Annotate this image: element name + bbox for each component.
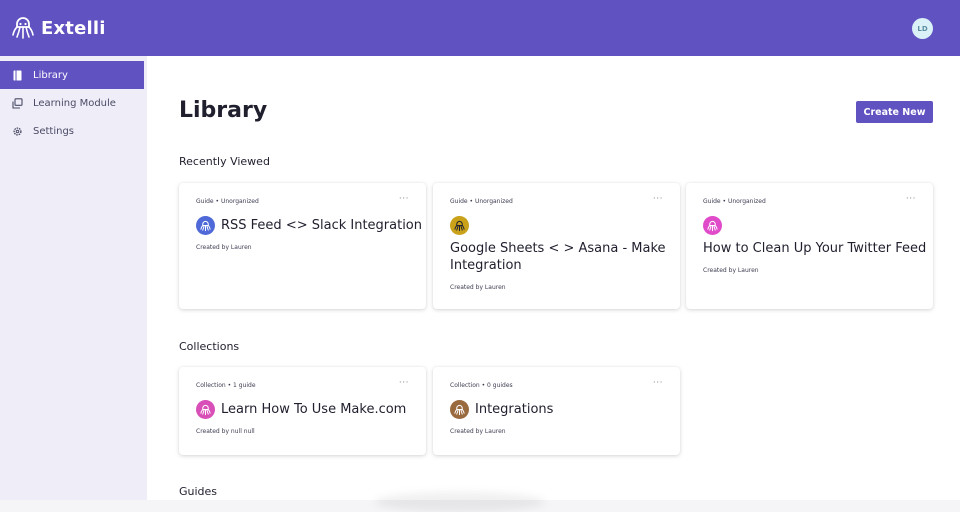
sidebar-item-settings[interactable]: Settings [0, 117, 144, 145]
main-content: Library Create New Recently Viewed Guide… [147, 56, 960, 500]
sidebar-item-label: Learning Module [33, 97, 116, 109]
sidebar-item-label: Settings [33, 125, 75, 137]
sidebar: Library Learning Module Settings [0, 56, 147, 500]
top-bar: Extelli LD [0, 0, 960, 56]
card-title: RSS Feed <> Slack Integration [221, 218, 423, 233]
more-options-icon[interactable]: ··· [653, 194, 663, 204]
card-title: Learn How To Use Make.com [221, 402, 407, 417]
card-meta: Guide • Unorganized [196, 198, 259, 205]
card-author: Created by Lauren [450, 284, 506, 291]
card-author: Created by Lauren [703, 267, 759, 274]
collection-card[interactable]: Collection • 1 guide ··· Learn How To Us… [179, 367, 426, 455]
page-title: Library [179, 98, 268, 123]
brand-logo[interactable]: Extelli [11, 15, 106, 41]
more-options-icon[interactable]: ··· [399, 378, 409, 388]
sidebar-item-library[interactable]: Library [0, 61, 144, 89]
card-title-line-1: Google Sheets < > Asana - Make [450, 241, 666, 256]
sidebar-item-learning-module[interactable]: Learning Module [0, 89, 144, 117]
card-meta: Collection • 0 guides [450, 382, 513, 389]
extelli-logo-icon [12, 17, 34, 39]
more-options-icon[interactable]: ··· [906, 194, 916, 204]
card-meta: Guide • Unorganized [703, 198, 766, 205]
collection-card[interactable]: Collection • 0 guides ··· Integrations C… [433, 367, 680, 455]
extelli-mark-icon [450, 216, 469, 235]
card-author: Created by Lauren [196, 244, 252, 251]
sidebar-item-label: Library [33, 69, 68, 81]
create-new-button[interactable]: Create New [856, 101, 933, 123]
bottom-shadow [375, 492, 545, 512]
user-avatar[interactable]: LD [912, 18, 933, 39]
card-author: Created by null null [196, 428, 255, 435]
more-options-icon[interactable]: ··· [653, 378, 663, 388]
card-author: Created by Lauren [450, 428, 506, 435]
guide-card[interactable]: Guide • Unorganized ··· How to Clean Up … [686, 183, 933, 309]
stacked-pages-icon [12, 97, 23, 109]
card-meta: Collection • 1 guide [196, 382, 256, 389]
gear-icon [13, 126, 22, 136]
section-title-recently-viewed: Recently Viewed [179, 155, 270, 168]
card-meta: Guide • Unorganized [450, 198, 513, 205]
book-icon [13, 70, 22, 80]
card-title: How to Clean Up Your Twitter Feed [703, 241, 927, 256]
guide-card[interactable]: Guide • Unorganized ··· RSS Feed <> Slac… [179, 183, 426, 309]
brand-name: Extelli [41, 17, 106, 39]
section-title-guides: Guides [179, 485, 218, 498]
section-title-collections: Collections [179, 340, 240, 353]
extelli-mark-icon [196, 400, 215, 419]
extelli-mark-icon [703, 216, 722, 235]
guide-card[interactable]: Guide • Unorganized ··· Google Sheets < … [433, 183, 680, 309]
card-title-line-2: Integration [450, 258, 522, 273]
more-options-icon[interactable]: ··· [399, 194, 409, 204]
extelli-mark-icon [196, 216, 215, 235]
extelli-mark-icon [450, 400, 469, 419]
card-title: Integrations [475, 402, 554, 417]
